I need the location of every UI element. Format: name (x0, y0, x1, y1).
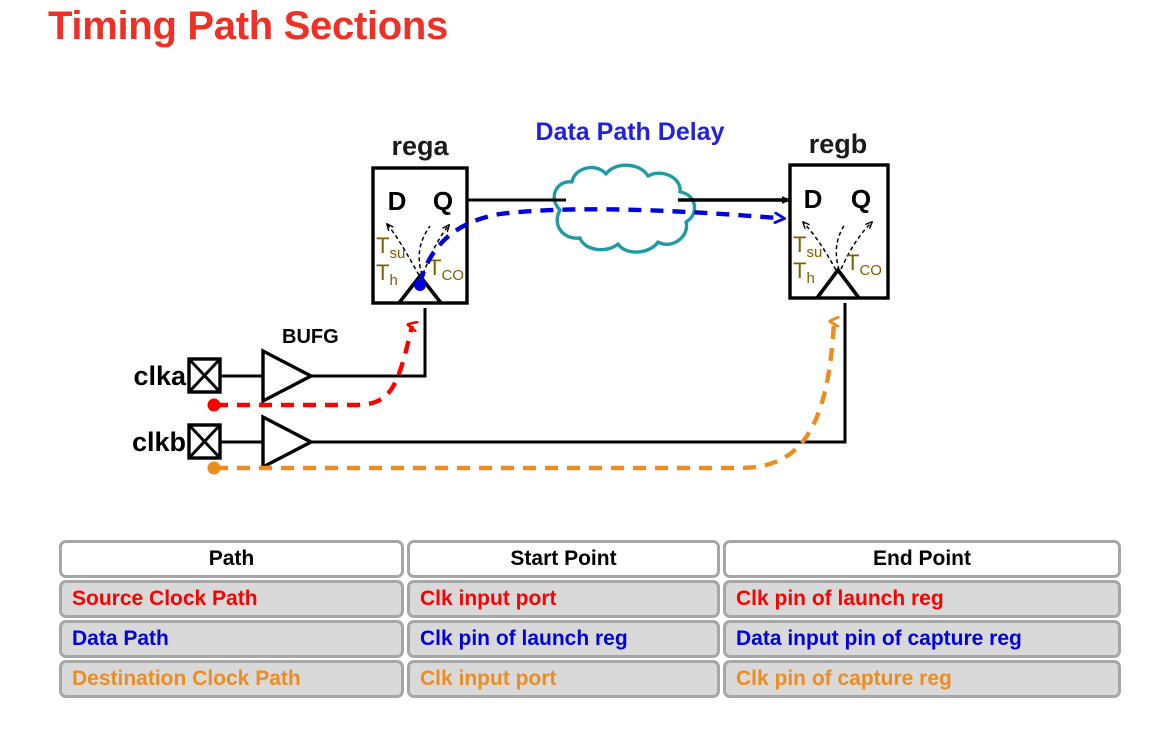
cell-path: Destination Clock Path (59, 660, 404, 698)
column-header-path: Path (59, 540, 404, 578)
regb-d-label: D (804, 184, 823, 214)
bufg-label: BUFG (282, 326, 339, 348)
regb-label: regb (809, 129, 868, 159)
column-header-end-point: End Point (723, 540, 1121, 578)
cell-end: Clk pin of capture reg (723, 660, 1121, 698)
table-row: Destination Clock Path Clk input port Cl… (59, 660, 1121, 698)
column-header-start-point: Start Point (407, 540, 720, 578)
destination-clock-path-start-dot (207, 461, 221, 475)
register-regb: regb D Q Tsu Th TCO (788, 129, 890, 300)
timing-path-diagram: rega D Q Tsu Th TCO regb D Q Tsu Th TCO … (0, 100, 1173, 520)
table-row: Data Path Clk pin of launch reg Data inp… (59, 620, 1121, 658)
cell-start: Clk input port (407, 660, 720, 698)
bufg-clkb-buffer (261, 414, 315, 470)
cell-end: Clk pin of launch reg (723, 580, 1121, 618)
source-clock-path-start-dot (207, 398, 221, 412)
cell-path: Source Clock Path (59, 580, 404, 618)
diagram-canvas: rega D Q Tsu Th TCO regb D Q Tsu Th TCO … (132, 118, 890, 475)
path-summary-table: Path Start Point End Point Source Clock … (56, 538, 1124, 700)
rega-d-label: D (388, 186, 407, 216)
cell-end: Data input pin of capture reg (723, 620, 1121, 658)
clka-input: clka (133, 357, 222, 394)
regb-q-label: Q (851, 184, 871, 214)
rega-label: rega (391, 131, 449, 161)
clka-label: clka (133, 361, 187, 391)
cell-start: Clk pin of launch reg (407, 620, 720, 658)
data-path-start-dot (414, 279, 426, 291)
clkb-buffer-to-regb-wire (311, 303, 847, 444)
table-header-row: Path Start Point End Point (59, 540, 1121, 578)
clkb-label: clkb (132, 427, 186, 457)
table-row: Source Clock Path Clk input port Clk pin… (59, 580, 1121, 618)
cell-path: Data Path (59, 620, 404, 658)
data-path-delay-label: Data Path Delay (536, 118, 725, 146)
page-title: Timing Path Sections (48, 4, 448, 48)
clkb-input: clkb (132, 423, 222, 460)
rega-q-label: Q (433, 186, 453, 216)
bufg-clka-buffer (261, 348, 315, 404)
cell-start: Clk input port (407, 580, 720, 618)
